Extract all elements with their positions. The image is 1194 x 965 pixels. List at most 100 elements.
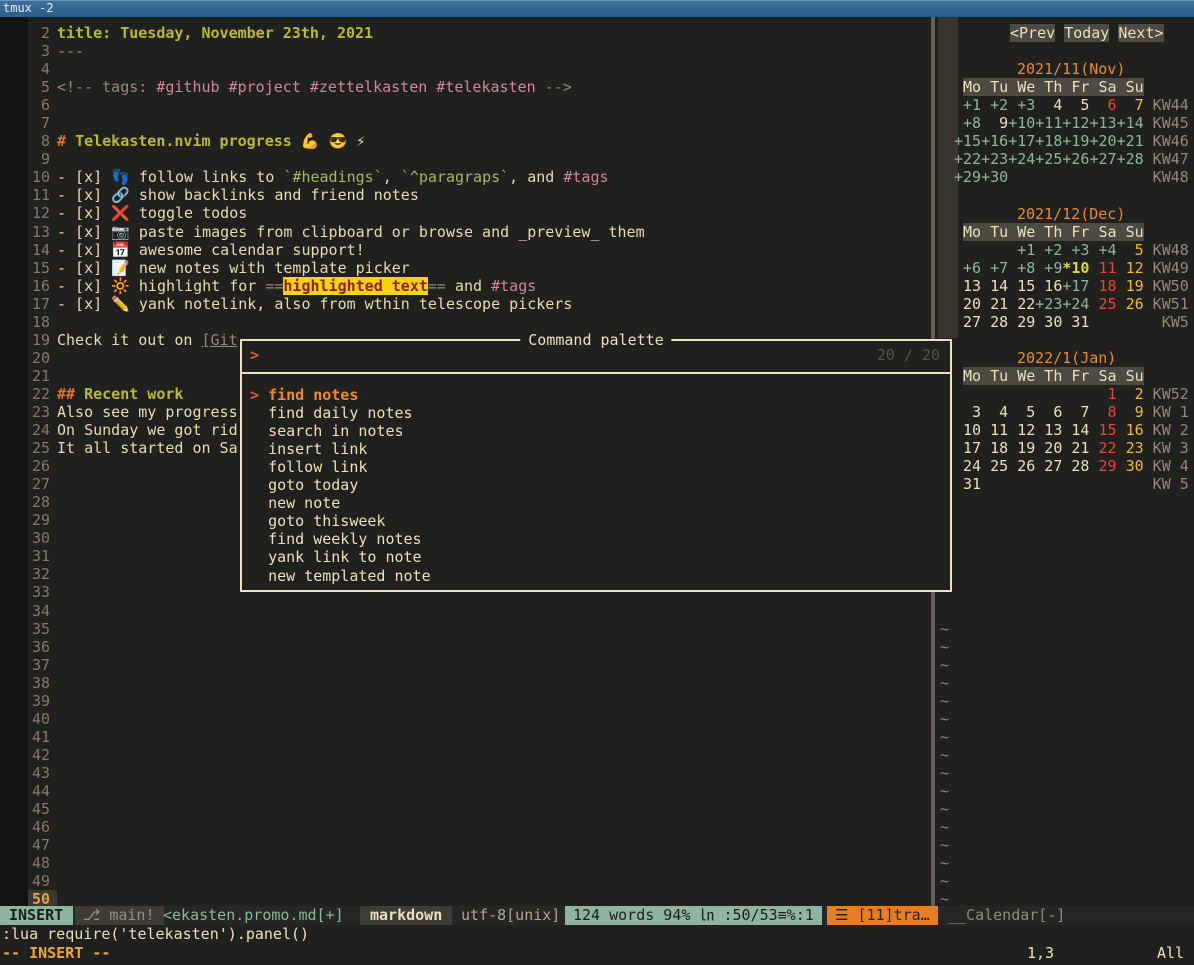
editor-line[interactable]: 46 <box>0 818 931 836</box>
calendar-day[interactable]: 19 <box>1008 439 1035 457</box>
calendar-day[interactable]: 7 <box>1062 403 1089 421</box>
calendar-day[interactable]: *10 <box>1062 259 1089 277</box>
calendar-day[interactable]: +16 <box>981 132 1008 150</box>
calendar-day[interactable]: +23 <box>1035 295 1062 313</box>
editor-line[interactable]: 44 <box>0 782 931 800</box>
calendar-day[interactable]: 16 <box>1035 277 1062 295</box>
calendar-day[interactable]: 26 <box>1008 457 1035 475</box>
editor-line[interactable]: 48 <box>0 854 931 872</box>
calendar-day[interactable]: 27 <box>1035 457 1062 475</box>
calendar-day[interactable]: 25 <box>1089 295 1116 313</box>
calendar-day[interactable] <box>1008 168 1035 186</box>
calendar-day[interactable] <box>1089 313 1116 331</box>
calendar-nav-today[interactable]: Today <box>1064 24 1109 42</box>
calendar-day[interactable]: +27 <box>1089 150 1116 168</box>
calendar-day[interactable]: +17 <box>1008 132 1035 150</box>
command-palette[interactable]: Command palette > 20 / 20 > find notes f… <box>240 339 952 592</box>
editor-line[interactable]: 13- [x] 📷 paste images from clipboard or… <box>0 223 931 241</box>
palette-item[interactable]: insert link <box>250 440 367 458</box>
calendar-day[interactable]: +13 <box>1089 114 1116 132</box>
calendar-day[interactable]: 19 <box>1117 277 1144 295</box>
calendar-day[interactable]: +1 <box>1008 241 1035 259</box>
calendar-day[interactable]: 30 <box>1117 457 1144 475</box>
calendar-day[interactable]: 1 <box>1089 385 1116 403</box>
calendar-day[interactable]: +18 <box>1035 132 1062 150</box>
calendar-day[interactable]: 9 <box>981 114 1008 132</box>
palette-item[interactable]: search in notes <box>250 422 404 440</box>
calendar-day[interactable]: 12 <box>1117 259 1144 277</box>
editor-line[interactable]: 5<!-- tags: #github #project #zettelkast… <box>0 78 931 96</box>
calendar-day[interactable]: +29 <box>954 168 981 186</box>
calendar-day[interactable] <box>1008 385 1035 403</box>
editor-line[interactable]: 42 <box>0 746 931 764</box>
calendar-day[interactable]: +14 <box>1117 114 1144 132</box>
calendar-day[interactable]: 10 <box>954 421 981 439</box>
calendar-day[interactable] <box>1089 168 1116 186</box>
calendar-day[interactable]: 25 <box>981 457 1008 475</box>
calendar-day[interactable] <box>981 241 1008 259</box>
calendar-day[interactable]: +22 <box>954 150 981 168</box>
editor-line[interactable]: 2title: Tuesday, November 23th, 2021 <box>0 24 931 42</box>
calendar-day[interactable]: +20 <box>1089 132 1116 150</box>
calendar-day[interactable]: 12 <box>1008 421 1035 439</box>
calendar-day[interactable]: 2 <box>1117 385 1144 403</box>
calendar-day[interactable]: +24 <box>1062 295 1089 313</box>
editor-line[interactable]: 45 <box>0 800 931 818</box>
palette-item[interactable]: follow link <box>250 458 367 476</box>
editor-line[interactable]: 7 <box>0 114 931 132</box>
calendar-day[interactable]: 22 <box>1089 439 1116 457</box>
calendar-day[interactable]: 31 <box>954 475 981 493</box>
calendar-day[interactable]: +19 <box>1062 132 1089 150</box>
calendar-day[interactable]: 14 <box>1062 421 1089 439</box>
calendar-day[interactable]: 13 <box>954 277 981 295</box>
editor-line[interactable]: 11- [x] 🔗 show backlinks and friend note… <box>0 186 931 204</box>
calendar-day[interactable]: +15 <box>954 132 981 150</box>
editor-line[interactable]: 6 <box>0 96 931 114</box>
calendar-day[interactable]: +7 <box>981 259 1008 277</box>
calendar-day[interactable] <box>1062 475 1089 493</box>
calendar-day[interactable] <box>954 241 981 259</box>
calendar-day[interactable]: 18 <box>981 439 1008 457</box>
calendar-nav-next[interactable]: Next> <box>1118 24 1163 42</box>
calendar-day[interactable]: 31 <box>1062 313 1089 331</box>
calendar-day[interactable]: 9 <box>1117 403 1144 421</box>
calendar-day[interactable]: 21 <box>1062 439 1089 457</box>
calendar-day[interactable]: +6 <box>954 259 981 277</box>
palette-item[interactable]: > find notes <box>250 386 358 404</box>
calendar-day[interactable]: +12 <box>1062 114 1089 132</box>
editor-line[interactable]: 18 <box>0 313 931 331</box>
calendar-day[interactable] <box>954 385 981 403</box>
editor-line[interactable]: 10- [x] 👣 follow links to `#headings`, `… <box>0 168 931 186</box>
calendar-day[interactable] <box>1062 385 1089 403</box>
calendar-day[interactable]: +8 <box>1008 259 1035 277</box>
calendar-day[interactable]: 27 <box>954 313 981 331</box>
calendar-day[interactable]: 11 <box>1089 259 1116 277</box>
palette-item[interactable]: goto thisweek <box>250 512 385 530</box>
editor-line[interactable]: 12- [x] ❌ toggle todos <box>0 204 931 222</box>
filename[interactable]: <ekasten.promo.md[+] <box>163 906 344 925</box>
command-line[interactable]: :lua require('telekasten').panel() <box>0 925 1194 944</box>
editor-line[interactable]: 16- [x] 🔆 highlight for ==highlighted te… <box>0 277 931 295</box>
editor-line[interactable]: 9 <box>0 150 931 168</box>
calendar-day[interactable]: +2 <box>981 96 1008 114</box>
calendar-day[interactable]: 30 <box>1035 313 1062 331</box>
calendar-day[interactable] <box>1117 475 1144 493</box>
editor-line[interactable]: 37 <box>0 656 931 674</box>
calendar-day[interactable]: 11 <box>981 421 1008 439</box>
editor-line[interactable]: 14- [x] 📅 awesome calendar support! <box>0 241 931 259</box>
calendar-day[interactable]: 13 <box>1035 421 1062 439</box>
editor-line[interactable]: 47 <box>0 836 931 854</box>
calendar-day[interactable]: 4 <box>1035 96 1062 114</box>
calendar-day[interactable]: +4 <box>1089 241 1116 259</box>
calendar-day[interactable]: +30 <box>981 168 1008 186</box>
calendar-day[interactable]: +21 <box>1117 132 1144 150</box>
calendar-day[interactable] <box>981 475 1008 493</box>
calendar-day[interactable]: 17 <box>954 439 981 457</box>
calendar-day[interactable]: +9 <box>1035 259 1062 277</box>
palette-item[interactable]: find daily notes <box>250 404 413 422</box>
calendar-day[interactable]: +28 <box>1117 150 1144 168</box>
tab-indicator[interactable]: ☰ [11]tra… <box>827 906 938 925</box>
calendar-day[interactable]: 24 <box>954 457 981 475</box>
calendar-day[interactable]: 15 <box>1089 421 1116 439</box>
calendar-day[interactable]: 28 <box>1062 457 1089 475</box>
